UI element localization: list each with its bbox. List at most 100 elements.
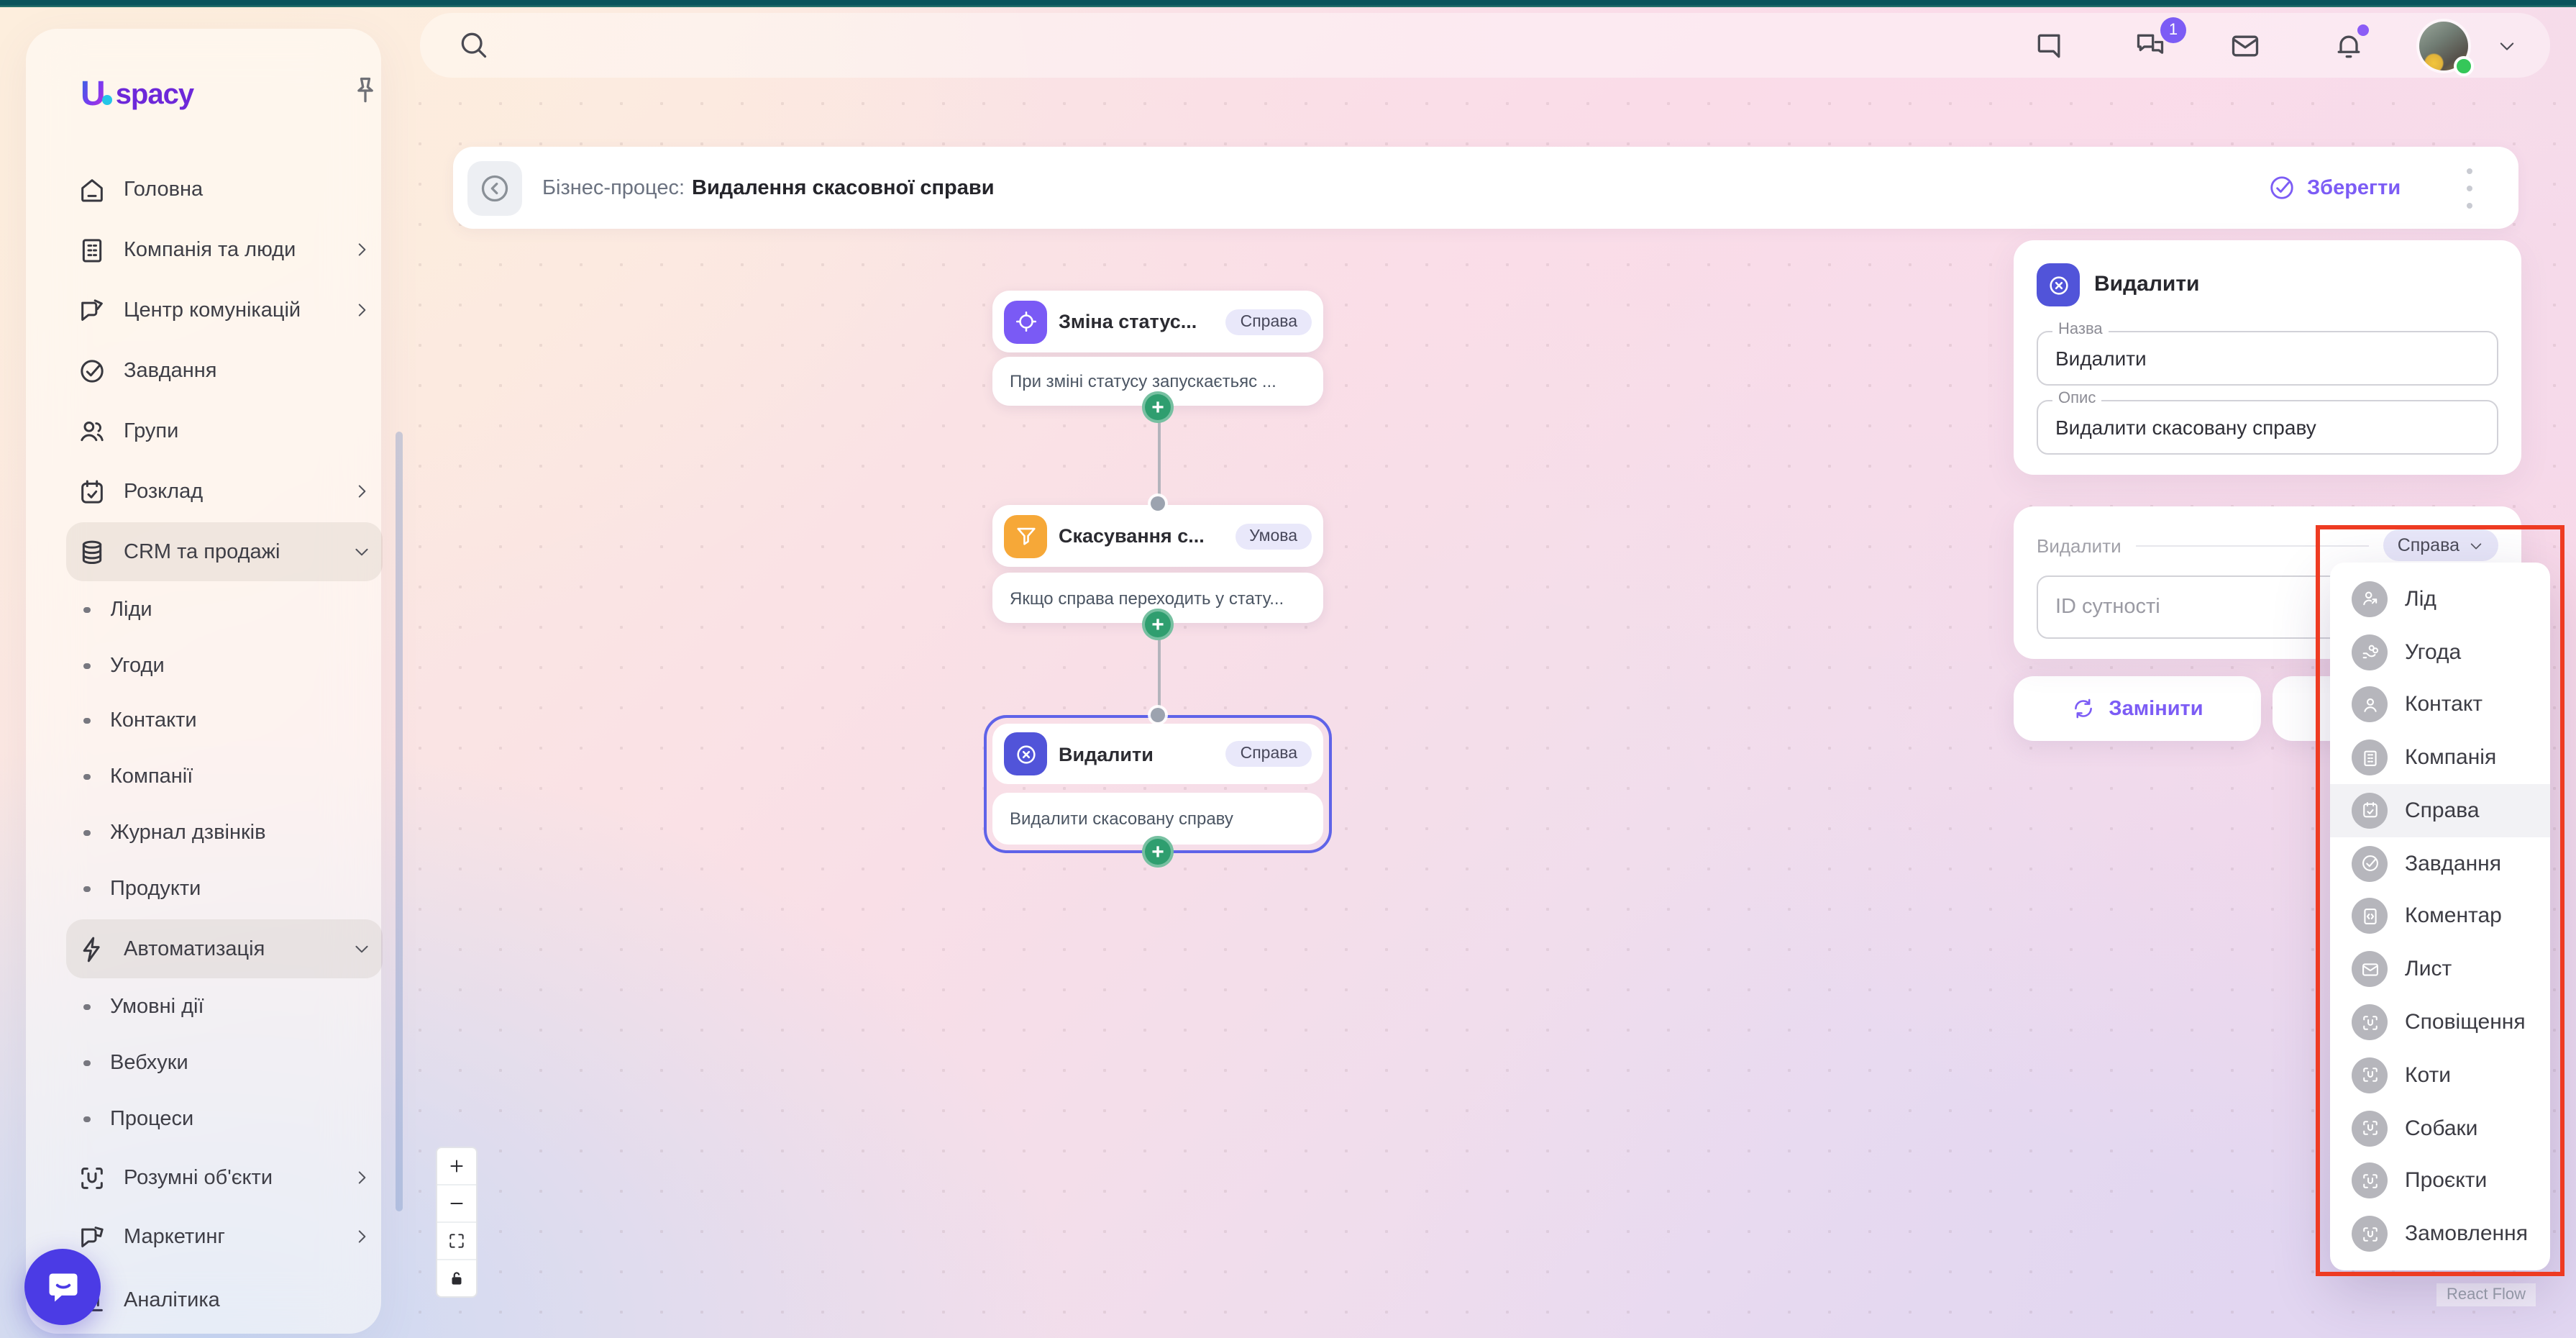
task-icon [2352,845,2388,881]
sidebar-item-company-people[interactable]: Компанія та люди [66,220,383,279]
contact-icon [2352,687,2388,723]
zoom-out-button[interactable] [437,1185,476,1223]
add-step-handle[interactable]: + [1142,609,1174,640]
more-menu-icon[interactable] [2464,168,2475,209]
deal-icon [2352,634,2388,670]
dropdown-item-lead[interactable]: Лід [2330,573,2550,626]
home-icon [78,175,106,204]
lock-button[interactable] [437,1260,476,1296]
comment-icon [2352,898,2388,934]
bullet-icon [83,830,90,837]
groups-icon [78,417,106,445]
sidebar-item-processes[interactable]: Процеси [66,1092,383,1147]
mail-icon[interactable] [2229,30,2261,62]
lead-icon [2352,581,2388,617]
sidebar-item-companies[interactable]: Компанії [66,750,383,804]
sidebar-item-communications[interactable]: Центр комунікацій [66,281,383,340]
sidebar-item-conditional-actions[interactable]: Умовні дії [66,980,383,1034]
sidebar-item-smart-objects[interactable]: Розумні об'єкти [66,1148,383,1207]
delete-circle-x-icon [2037,263,2080,306]
dropdown-item-label: Угода [2405,640,2461,664]
sidebar-item-webhooks[interactable]: Вебхуки [66,1036,383,1091]
sidebar-item-contacts[interactable]: Контакти [66,693,383,748]
dropdown-item-projects[interactable]: Проєкти [2330,1155,2550,1208]
search-icon[interactable] [457,29,489,60]
chevron-right-icon [352,482,371,501]
dropdown-item-notification[interactable]: Сповіщення [2330,996,2550,1049]
sidebar-item-automation[interactable]: Автоматизація [66,919,383,978]
chevron-right-icon [352,240,371,259]
sidebar-item-label: Журнал дзвінків [110,822,371,845]
sidebar-item-tasks[interactable]: Завдання [66,341,383,400]
sidebar-item-label: Компанії [110,765,371,788]
zoom-in-button[interactable] [437,1148,476,1185]
node-trigger-header[interactable]: Зміна статус... Справа [992,291,1323,352]
dropdown-item-company[interactable]: Компанія [2330,732,2550,785]
bullet-icon [83,774,90,780]
dropdown-item-dogs[interactable]: Собаки [2330,1101,2550,1155]
node-condition-header[interactable]: Скасування с... Умова [992,505,1323,567]
entity-type-select[interactable]: Справа [2383,529,2498,561]
email-icon [2352,951,2388,987]
logo-dot-icon [103,94,113,104]
save-button-label: Зберегти [2307,176,2401,199]
profile-chevron-down-icon[interactable] [2497,36,2517,56]
node-delete-selected[interactable]: Видалити Справа Видалити скасовану справ… [984,715,1332,853]
node-delete-header[interactable]: Видалити Справа [992,724,1323,784]
node-input-handle[interactable] [1151,496,1165,511]
back-button[interactable] [467,161,522,216]
sidebar: Uspacy Головна Компанія та люди Центр ко… [26,29,381,1334]
dropdown-item-orders[interactable]: Замовлення [2330,1207,2550,1260]
chevron-right-icon [352,1227,371,1246]
replace-button-label: Замінити [2109,697,2203,720]
support-chat-button[interactable] [24,1249,101,1325]
name-field[interactable]: Назва Видалити [2037,331,2498,386]
sidebar-item-groups[interactable]: Групи [66,401,383,460]
node-chip: Справа [1226,741,1312,767]
save-button[interactable]: Зберегти [2268,147,2401,229]
sidebar-item-leads[interactable]: Ліди [66,583,383,637]
dropdown-item-comment[interactable]: Коментар [2330,890,2550,943]
sidebar-item-label: CRM та продажі [124,540,335,563]
sidebar-item-crm-sales[interactable]: CRM та продажі [66,522,383,581]
entity-type-value: Справа [2398,535,2459,555]
smart-object-icon [2352,1163,2388,1199]
add-step-handle[interactable]: + [1142,391,1174,423]
node-chip: Справа [1226,309,1312,334]
sidebar-item-home[interactable]: Головна [66,160,383,219]
comments-icon[interactable] [2034,30,2065,62]
sidebar-item-label: Вебхуки [110,1052,371,1075]
smart-object-icon [2352,1057,2388,1093]
smart-object-icon [2352,1110,2388,1146]
add-step-handle[interactable]: + [1142,836,1174,868]
node-title: Зміна статус... [1059,311,1215,332]
description-field[interactable]: Опис Видалити скасовану справу [2037,400,2498,455]
dropdown-item-email[interactable]: Лист [2330,943,2550,996]
dropdown-item-deal[interactable]: Угода [2330,626,2550,679]
dropdown-item-task[interactable]: Завдання [2330,837,2550,891]
check-circle-icon [2268,174,2296,201]
fit-view-button[interactable] [437,1223,476,1260]
node-input-handle[interactable] [1151,708,1165,722]
sidebar-scrollbar[interactable] [396,432,402,1211]
sidebar-item-analytics[interactable]: Аналітика [66,1270,383,1329]
refresh-icon [2071,696,2096,721]
uspacy-logo[interactable]: Uspacy [81,76,193,114]
sidebar-item-schedule[interactable]: Розклад [66,462,383,521]
dropdown-item-cats[interactable]: Коти [2330,1049,2550,1102]
delete-circle-x-icon [1004,732,1047,775]
chevron-right-icon [352,301,371,319]
sidebar-item-marketing[interactable]: Маркетинг [66,1207,383,1266]
sidebar-item-label: Угоди [110,655,371,678]
bullet-icon [83,886,90,893]
sidebar-item-products[interactable]: Продукти [66,862,383,916]
replace-button[interactable]: Замінити [2014,676,2261,741]
dropdown-item-contact[interactable]: Контакт [2330,678,2550,732]
dropdown-item-label: Компанія [2405,745,2496,770]
sidebar-item-call-log[interactable]: Журнал дзвінків [66,806,383,860]
pin-sidebar-icon[interactable] [350,75,381,106]
sidebar-item-deals[interactable]: Угоди [66,639,383,693]
bullet-icon [83,1060,90,1067]
panel-title: Видалити [2094,272,2200,296]
dropdown-item-activity[interactable]: Справа [2330,784,2550,837]
